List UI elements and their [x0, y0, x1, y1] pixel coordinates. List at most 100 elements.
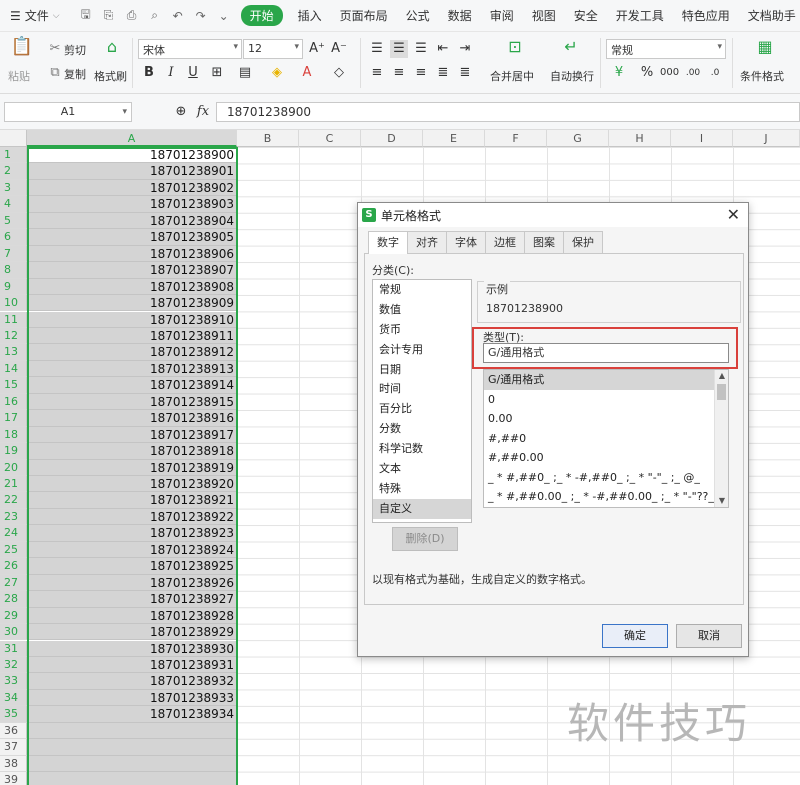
cell[interactable]: 18701238927 — [27, 591, 237, 608]
row-header[interactable]: 20 — [0, 459, 27, 476]
paste-label[interactable]: 粘贴 — [8, 68, 30, 84]
list-item[interactable]: 数值 — [373, 300, 471, 320]
row-header[interactable]: 34 — [0, 689, 27, 707]
cell[interactable]: 18701238908 — [27, 278, 237, 296]
cell[interactable]: 18701238923 — [27, 525, 237, 542]
merge-center-icon[interactable]: ⊡ — [504, 38, 526, 60]
scrollbar[interactable]: ▲ ▼ — [714, 370, 728, 507]
tab-alignment[interactable]: 对齐 — [407, 231, 447, 253]
thousands-icon[interactable]: 000 — [660, 64, 679, 82]
list-item[interactable]: #,##0 — [484, 429, 728, 449]
column-header[interactable]: J — [733, 130, 800, 147]
list-item[interactable]: 文本 — [373, 459, 471, 479]
dialog-titlebar[interactable]: S 单元格格式 — [358, 203, 748, 227]
scroll-thumb[interactable] — [717, 384, 726, 400]
tab-border[interactable]: 边框 — [485, 231, 525, 253]
row-header[interactable]: 38 — [0, 755, 27, 773]
conditional-format-icon[interactable]: ▦ — [754, 38, 776, 60]
list-item-selected[interactable]: G/通用格式 — [484, 370, 728, 390]
cell[interactable]: 18701238925 — [27, 558, 237, 575]
tab-developer[interactable]: 开发工具 — [607, 7, 673, 24]
align-middle-icon[interactable]: ☰ — [390, 40, 408, 58]
row-header[interactable]: 39 — [0, 772, 27, 785]
cell[interactable]: 18701238904 — [27, 212, 237, 230]
list-item[interactable]: _ * #,##0.00_ ;_ * -#,##0.00_ ;_ * "-"??… — [484, 487, 728, 507]
cell[interactable]: 18701238929 — [27, 624, 237, 641]
number-format-select[interactable]: 常规 ▾ — [606, 39, 726, 59]
cell[interactable]: 18701238932 — [27, 673, 237, 690]
row-header[interactable]: 16 — [0, 393, 27, 411]
customize-icon[interactable]: ⌄ — [217, 9, 231, 23]
zoom-icon[interactable]: ⊕ — [172, 103, 190, 121]
tab-view[interactable]: 视图 — [523, 7, 565, 24]
export-pdf-icon[interactable]: ⎘ — [102, 8, 116, 23]
save-icon[interactable]: 🖫 — [79, 7, 93, 23]
distribute-icon[interactable]: ≣ — [456, 64, 474, 82]
print-preview-icon[interactable]: ⌕ — [148, 8, 162, 23]
cell[interactable]: 18701238934 — [27, 706, 237, 723]
decrease-indent-icon[interactable]: ⇤ — [434, 40, 452, 58]
row-header[interactable]: 15 — [0, 377, 27, 394]
row-header[interactable]: 33 — [0, 673, 27, 690]
column-header[interactable]: H — [609, 130, 671, 147]
list-item[interactable]: 科学记数 — [373, 439, 471, 459]
column-header[interactable]: A — [27, 130, 237, 147]
select-all-corner[interactable] — [0, 130, 27, 147]
column-header[interactable]: F — [485, 130, 547, 147]
font-size-select[interactable]: 12 ▾ — [243, 39, 303, 59]
row-header[interactable]: 5 — [0, 212, 27, 230]
column-header[interactable]: G — [547, 130, 609, 147]
wrap-text-icon[interactable]: ↵ — [560, 38, 582, 60]
cell[interactable]: 18701238920 — [27, 476, 237, 493]
row-header[interactable]: 22 — [0, 492, 27, 509]
paste-icon[interactable]: 📋 — [10, 38, 34, 62]
list-item[interactable]: 常规 — [373, 280, 471, 300]
copy-icon[interactable]: ⧉ — [46, 64, 64, 82]
tab-formulas[interactable]: 公式 — [397, 7, 439, 24]
cell[interactable] — [27, 722, 237, 740]
row-header[interactable]: 26 — [0, 558, 27, 575]
row-header[interactable]: 27 — [0, 574, 27, 592]
underline-icon[interactable]: U — [184, 64, 202, 82]
row-header[interactable]: 4 — [0, 196, 27, 213]
tab-protection[interactable]: 保护 — [563, 231, 603, 253]
row-header[interactable]: 1 — [0, 147, 27, 164]
column-header[interactable]: B — [237, 130, 299, 147]
row-header[interactable]: 19 — [0, 443, 27, 460]
tab-home[interactable]: 开始 — [240, 5, 283, 26]
tab-security[interactable]: 安全 — [565, 7, 607, 24]
cell[interactable]: 18701238915 — [27, 393, 237, 411]
tab-review[interactable]: 审阅 — [481, 7, 523, 24]
format-painter-icon[interactable]: ⌂ — [100, 38, 124, 62]
row-header[interactable]: 35 — [0, 706, 27, 723]
cell[interactable]: 18701238909 — [27, 295, 237, 312]
cell[interactable]: 18701238901 — [27, 163, 237, 180]
row-header[interactable]: 13 — [0, 344, 27, 361]
cell[interactable]: 18701238926 — [27, 574, 237, 592]
row-header[interactable]: 31 — [0, 640, 27, 657]
list-item[interactable]: 特殊 — [373, 479, 471, 499]
row-header[interactable]: 37 — [0, 739, 27, 756]
chevron-up-icon[interactable]: ▲ — [715, 370, 728, 382]
cell[interactable]: 18701238913 — [27, 360, 237, 378]
column-header[interactable]: D — [361, 130, 423, 147]
close-icon[interactable]: ✕ — [727, 205, 740, 224]
scissors-icon[interactable]: ✂ — [46, 40, 64, 58]
tab-pattern[interactable]: 图案 — [524, 231, 564, 253]
font-name-select[interactable]: 宋体 ▾ — [138, 39, 242, 59]
cell[interactable]: 18701238914 — [27, 377, 237, 394]
cell[interactable]: 18701238912 — [27, 344, 237, 361]
row-header[interactable]: 25 — [0, 541, 27, 559]
conditional-format-label[interactable]: 条件格式 — [740, 68, 784, 84]
cell[interactable]: 18701238919 — [27, 459, 237, 476]
fill-color-icon[interactable]: ◈ — [268, 64, 286, 82]
decrease-decimal-icon[interactable]: .0 — [706, 64, 724, 82]
cell[interactable]: 18701238916 — [27, 410, 237, 427]
undo-icon[interactable]: ↶ — [171, 9, 185, 23]
list-item[interactable]: 时间 — [373, 379, 471, 399]
currency-icon[interactable]: ¥ — [610, 64, 628, 82]
copy-label[interactable]: 复制 — [64, 66, 86, 82]
tab-page-layout[interactable]: 页面布局 — [331, 7, 397, 24]
file-menu[interactable]: ☰ 文件 ⌵ — [0, 7, 69, 24]
row-header[interactable]: 28 — [0, 591, 27, 608]
